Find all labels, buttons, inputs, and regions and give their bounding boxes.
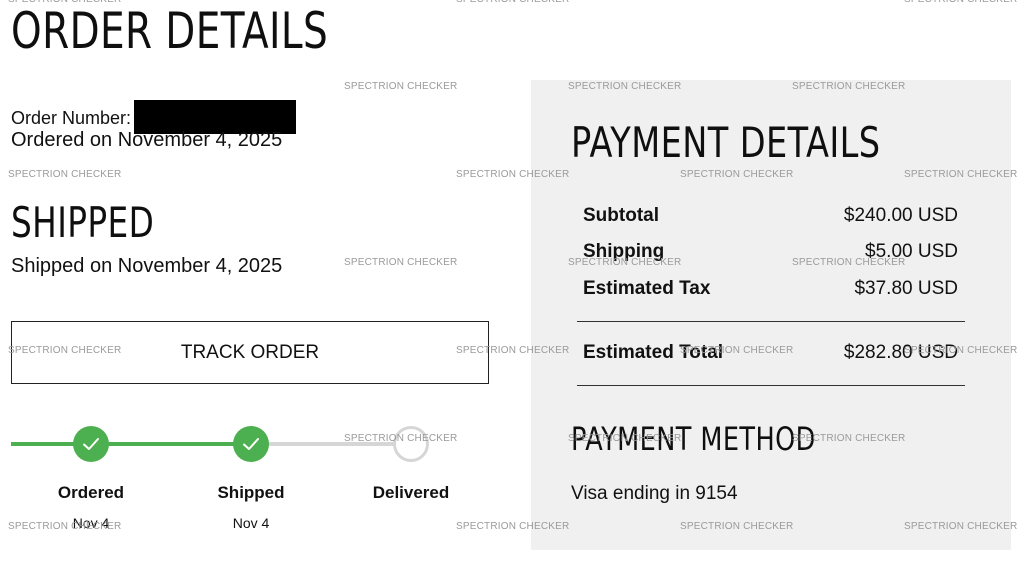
step-delivered-empty-circle-icon	[393, 426, 429, 462]
watermark-text: SPECTRION CHECKER	[792, 81, 906, 92]
shipment-status-heading: SHIPPED	[11, 198, 155, 247]
check-icon	[83, 438, 99, 450]
watermark-text: SPECTRION CHECKER	[568, 433, 682, 444]
watermark-text: SPECTRION CHECKER	[344, 433, 458, 444]
ordered-date: Ordered on November 4, 2025	[11, 129, 283, 151]
divider	[577, 321, 965, 322]
watermark-text: SPECTRION CHECKER	[904, 169, 1018, 180]
watermark-text: SPECTRION CHECKER	[456, 521, 570, 532]
watermark-text: SPECTRION CHECKER	[8, 0, 121, 5]
watermark-text: SPECTRION CHECKER	[344, 257, 458, 268]
watermark-text: SPECTRION CHECKER	[8, 521, 122, 532]
watermark-text: SPECTRION CHECKER	[792, 257, 906, 268]
watermark-text: SPECTRION CHECKER	[904, 345, 1018, 356]
check-icon	[243, 438, 259, 450]
watermark-text: SPECTRION CHECKER	[344, 81, 458, 92]
watermark-text: SPECTRION CHECKER	[456, 169, 570, 180]
payment-row-label: Subtotal	[583, 205, 659, 226]
payment-row-value: $240.00 USD	[843, 205, 958, 226]
watermark-text: SPECTRION CHECKER	[568, 81, 682, 92]
step-date-shipped: Nov 4	[232, 515, 270, 531]
payment-row-label: Estimated Tax	[583, 278, 711, 299]
watermark-text: SPECTRION CHECKER	[680, 169, 794, 180]
watermark-text: SPECTRION CHECKER	[8, 169, 122, 180]
step-label-ordered: Ordered	[57, 483, 125, 502]
watermark-text: SPECTRION CHECKER	[456, 345, 570, 356]
watermark-text: SPECTRION CHECKER	[680, 345, 794, 356]
step-label-shipped: Shipped	[217, 483, 285, 502]
payment-method-value: Visa ending in 9154	[571, 483, 738, 504]
watermark-text: SPECTRION CHECKER	[456, 0, 569, 5]
step-label-delivered: Delivered	[372, 483, 450, 502]
watermark-text: SPECTRION CHECKER	[792, 433, 906, 444]
watermark-text: SPECTRION CHECKER	[8, 345, 122, 356]
payment-row-value: $37.80 USD	[854, 278, 958, 299]
watermark-text: SPECTRION CHECKER	[568, 257, 682, 268]
divider	[577, 385, 965, 386]
page-title: ORDER DETAILS	[11, 2, 329, 60]
payment-row-tax: Estimated Tax $37.80 USD	[583, 278, 958, 300]
payment-details-title: PAYMENT DETAILS	[571, 118, 881, 167]
step-ordered-check-icon	[73, 426, 109, 462]
watermark-text: SPECTRION CHECKER	[904, 521, 1018, 532]
progress-line-complete	[11, 442, 251, 446]
payment-row-subtotal: Subtotal $240.00 USD	[583, 205, 958, 227]
order-number-label: Order Number:	[11, 107, 132, 128]
watermark-text: SPECTRION CHECKER	[904, 0, 1017, 5]
step-shipped-check-icon	[233, 426, 269, 462]
shipped-date: Shipped on November 4, 2025	[11, 255, 283, 277]
watermark-text: SPECTRION CHECKER	[680, 521, 794, 532]
